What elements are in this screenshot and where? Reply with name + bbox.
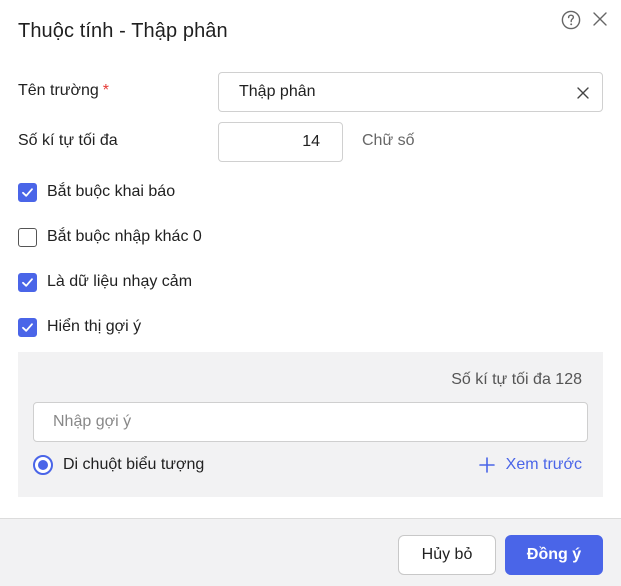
dialog-footer: Hủy bỏ Đồng ý [0, 518, 621, 586]
clear-icon[interactable] [576, 86, 590, 100]
preview-label: Xem trước [505, 456, 582, 473]
max-chars-label: Số kí tự tối đa [18, 132, 118, 149]
close-icon[interactable] [592, 11, 608, 27]
field-name-label-text: Tên trường [18, 82, 99, 99]
max-chars-input[interactable]: 14 [218, 122, 343, 162]
field-name-label: Tên trường * [18, 82, 109, 100]
max-chars-value: 14 [302, 133, 320, 150]
checkbox-show-hint[interactable]: Hiển thị gợi ý [18, 317, 141, 337]
required-mark: * [102, 82, 110, 99]
radio-label: Di chuột biểu tượng [63, 456, 205, 473]
checkbox-checked-icon[interactable] [18, 182, 37, 202]
cancel-button[interactable]: Hủy bỏ [398, 535, 496, 575]
checkbox-required-declare[interactable]: Bắt buộc khai báo [18, 182, 175, 202]
checkbox-sensitive-data[interactable]: Là dữ liệu nhạy cảm [18, 272, 192, 292]
plus-icon [478, 457, 495, 473]
ok-button[interactable]: Đồng ý [505, 535, 603, 575]
checkbox-label: Bắt buộc khai báo [47, 183, 176, 200]
checkbox-required-nonzero[interactable]: Bắt buộc nhập khác 0 [18, 227, 202, 247]
hint-input[interactable]: Nhập gợi ý [33, 402, 588, 442]
checkbox-unchecked-icon[interactable] [18, 227, 37, 247]
help-icon[interactable] [561, 10, 581, 30]
max-chars-unit: Chữ số [362, 132, 415, 149]
hint-placeholder: Nhập gợi ý [53, 413, 132, 430]
field-name-value: Thập phân [239, 83, 316, 100]
hint-char-counter: Số kí tự tối đa 128 [451, 371, 582, 388]
checkbox-label: Bắt buộc nhập khác 0 [47, 228, 202, 245]
dialog-title: Thuộc tính - Thập phân [18, 20, 228, 42]
radio-hover-icon[interactable]: Di chuột biểu tượng [33, 455, 204, 475]
hint-panel: Số kí tự tối đa 128 Nhập gợi ý Di chuột … [18, 352, 603, 497]
checkbox-label: Hiển thị gợi ý [47, 318, 142, 335]
preview-button[interactable]: Xem trước [478, 456, 582, 474]
properties-dialog: Thuộc tính - Thập phân Tên trường * Thập … [0, 0, 621, 586]
field-name-input[interactable]: Thập phân [218, 72, 603, 112]
checkbox-checked-icon[interactable] [18, 272, 37, 292]
checkbox-label: Là dữ liệu nhạy cảm [47, 273, 193, 290]
radio-selected-icon[interactable] [33, 455, 53, 475]
checkbox-checked-icon[interactable] [18, 317, 37, 337]
